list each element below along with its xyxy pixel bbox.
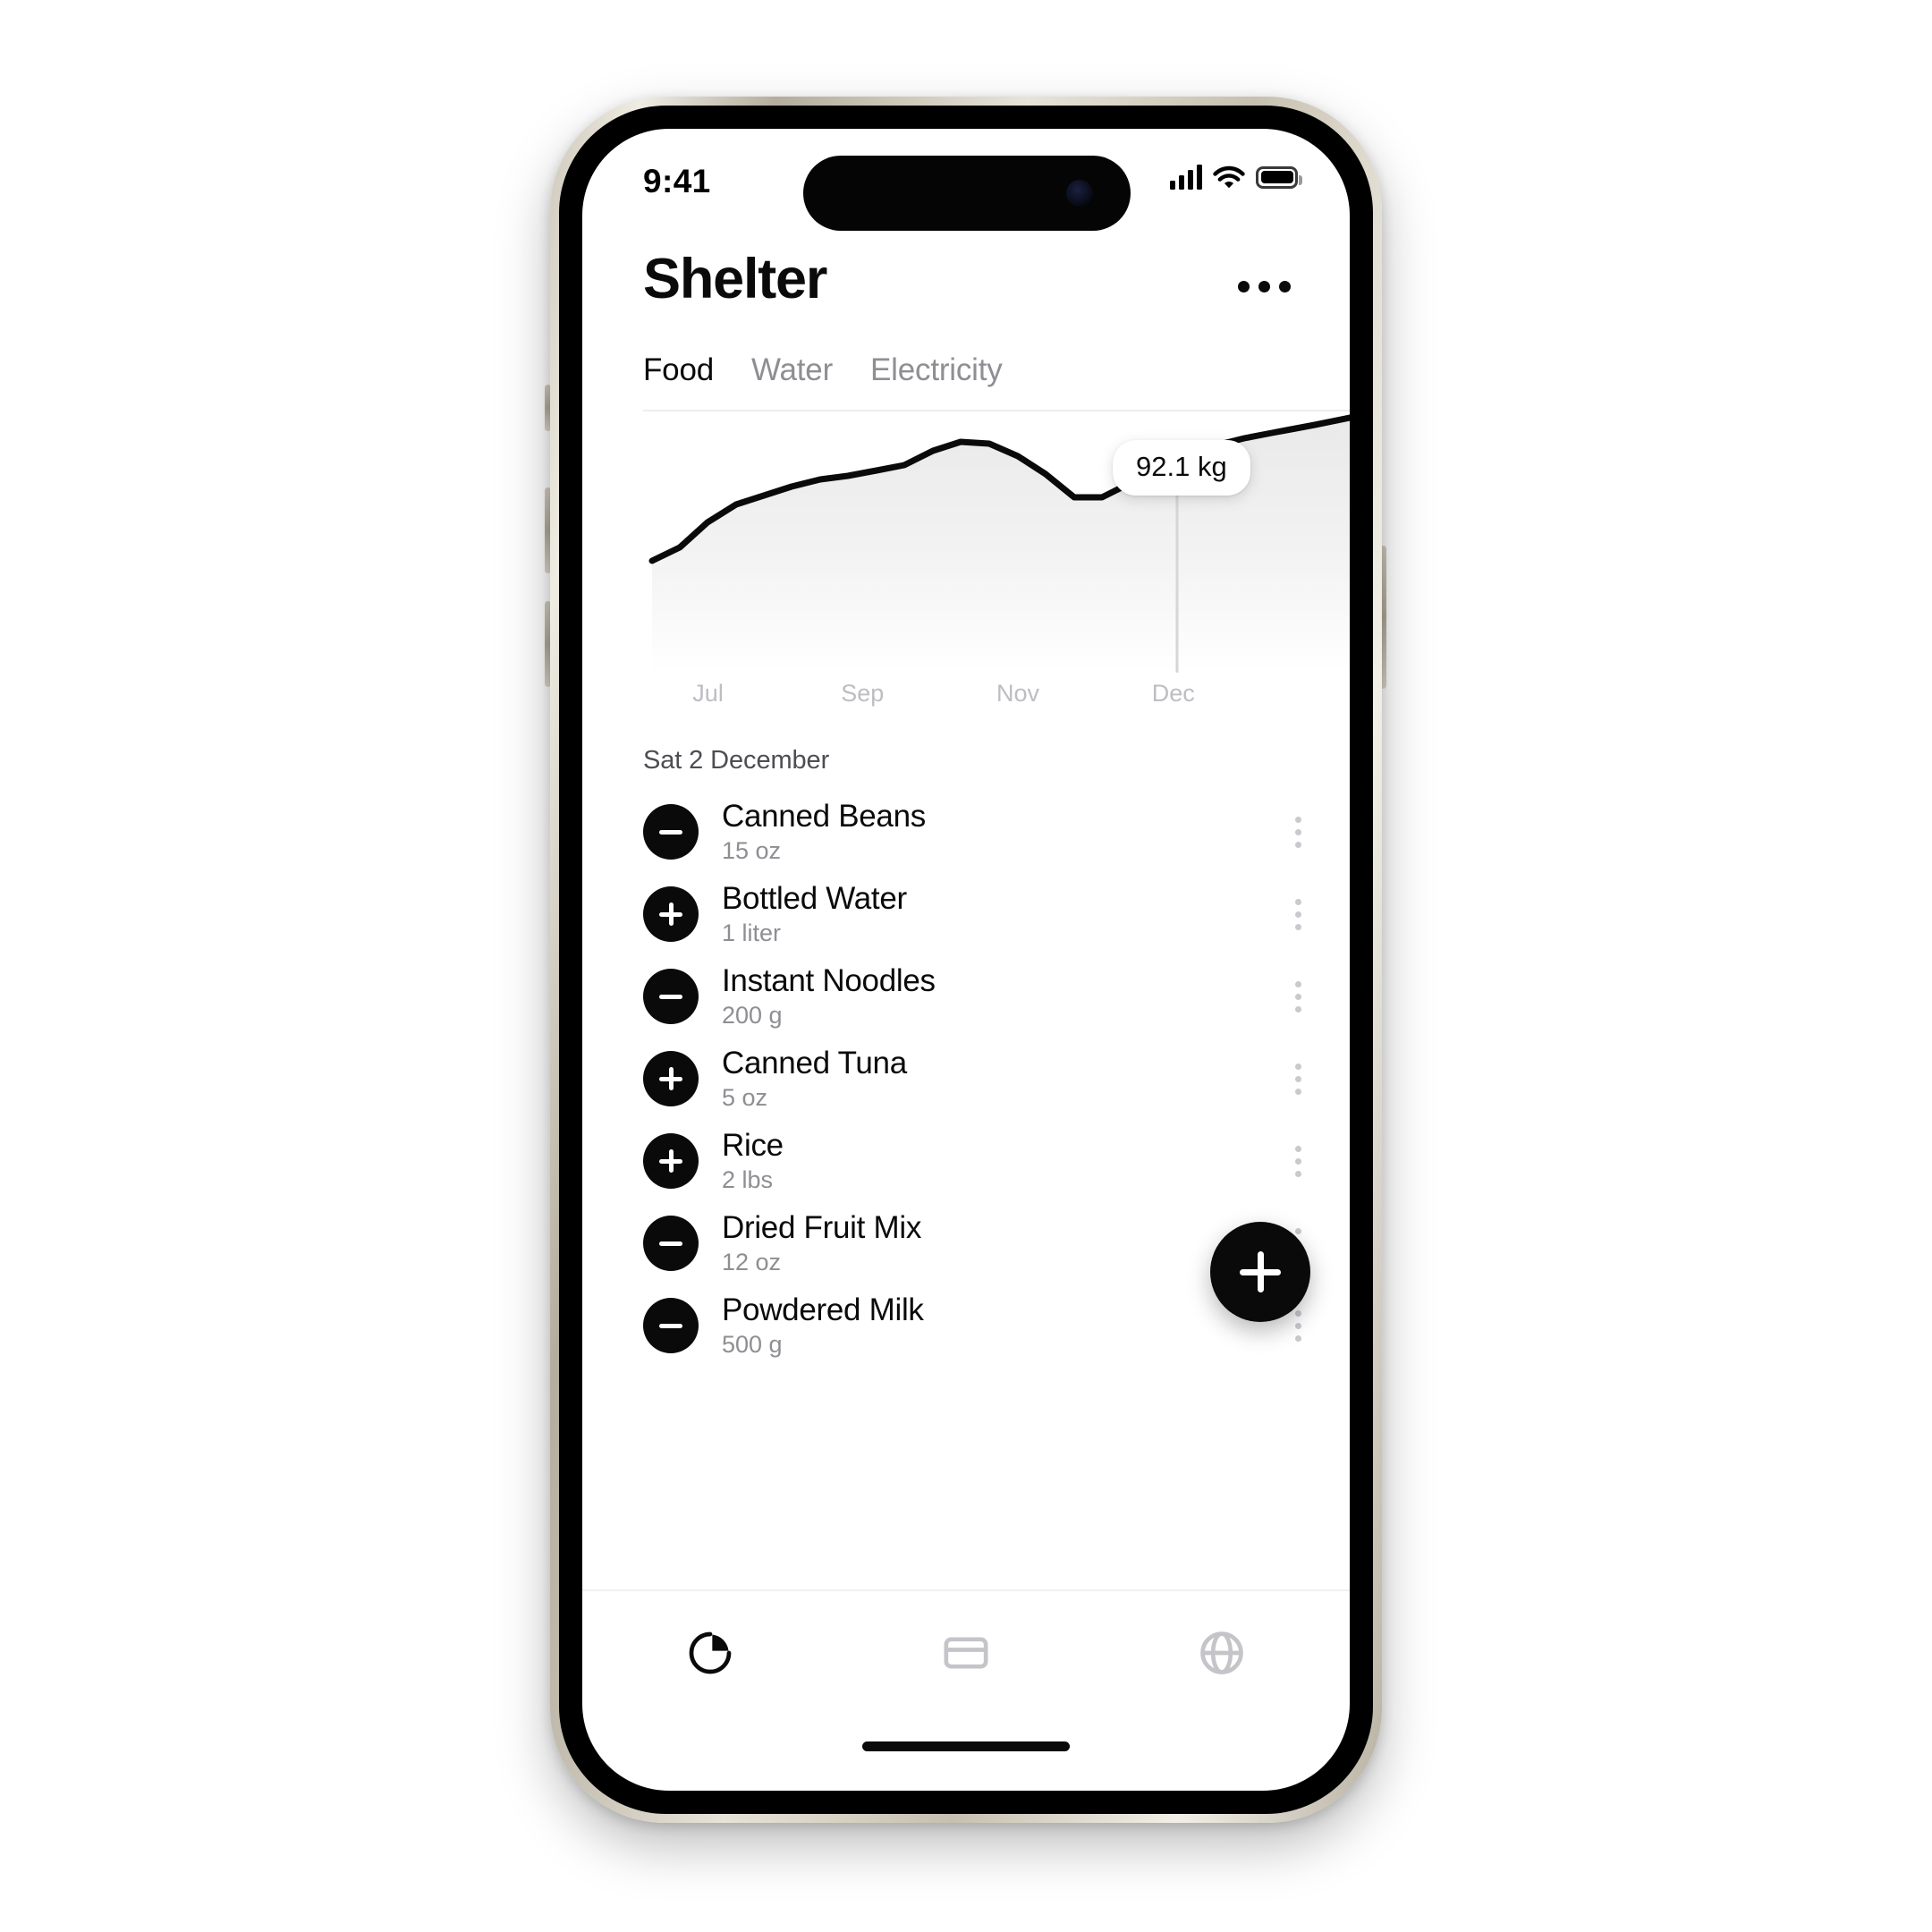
decrement-button[interactable] bbox=[643, 804, 699, 860]
front-camera-icon bbox=[1066, 180, 1093, 207]
screenshot-stage: 9:41 Shelter Food Water Electricity 92.1… bbox=[0, 0, 1932, 1932]
nav-item-cards[interactable] bbox=[838, 1591, 1094, 1715]
more-options-button[interactable] bbox=[1229, 272, 1300, 301]
item-name: Dried Fruit Mix bbox=[722, 1210, 922, 1246]
decrement-button[interactable] bbox=[643, 1298, 699, 1353]
item-name: Powdered Milk bbox=[722, 1292, 924, 1328]
item-quantity: 12 oz bbox=[722, 1249, 782, 1276]
list-item[interactable]: Bottled Water 1 liter bbox=[582, 873, 1350, 955]
x-tick-sep: Sep bbox=[841, 680, 885, 707]
item-name: Rice bbox=[722, 1128, 784, 1164]
kebab-menu-icon[interactable] bbox=[1283, 1135, 1314, 1188]
increment-button[interactable] bbox=[643, 1133, 699, 1189]
item-quantity: 15 oz bbox=[722, 837, 782, 865]
x-tick-nov: Nov bbox=[996, 680, 1040, 707]
kebab-menu-icon[interactable] bbox=[1283, 1053, 1314, 1106]
category-tabs: Food Water Electricity bbox=[643, 352, 1003, 388]
item-name: Canned Tuna bbox=[722, 1046, 907, 1081]
plus-icon bbox=[1257, 1251, 1264, 1292]
more-horizontal-icon-dot bbox=[1279, 281, 1291, 292]
status-time: 9:41 bbox=[643, 163, 711, 199]
nav-item-globe[interactable] bbox=[1094, 1591, 1350, 1715]
home-indicator bbox=[862, 1741, 1070, 1751]
tab-water[interactable]: Water bbox=[751, 352, 833, 388]
battery-full-icon bbox=[1256, 165, 1302, 189]
nav-item-overview[interactable] bbox=[582, 1591, 838, 1715]
item-name: Bottled Water bbox=[722, 881, 907, 917]
bottom-nav bbox=[582, 1591, 1350, 1715]
item-quantity: 2 lbs bbox=[722, 1166, 774, 1194]
phone-screen: 9:41 Shelter Food Water Electricity 92.1… bbox=[582, 129, 1350, 1791]
tab-electricity[interactable]: Electricity bbox=[870, 352, 1003, 388]
decrement-button[interactable] bbox=[643, 1216, 699, 1271]
increment-button[interactable] bbox=[643, 1051, 699, 1106]
inventory-area-chart[interactable]: 92.1 kg bbox=[643, 413, 1350, 673]
item-quantity: 200 g bbox=[722, 1002, 783, 1030]
x-tick-dec: Dec bbox=[1151, 680, 1195, 707]
decrement-button[interactable] bbox=[643, 969, 699, 1024]
pie-chart-icon bbox=[689, 1631, 732, 1674]
status-bar: 9:41 bbox=[582, 129, 1350, 234]
x-tick-jul: Jul bbox=[692, 680, 724, 707]
item-quantity: 500 g bbox=[722, 1331, 783, 1359]
item-quantity: 1 liter bbox=[722, 919, 782, 947]
phone-bezel: 9:41 Shelter Food Water Electricity 92.1… bbox=[559, 106, 1373, 1814]
list-item[interactable]: Canned Tuna 5 oz bbox=[582, 1038, 1350, 1120]
list-item[interactable]: Rice 2 lbs bbox=[582, 1120, 1350, 1202]
page-title: Shelter bbox=[643, 248, 827, 310]
app-header: Shelter bbox=[582, 234, 1350, 335]
status-icons bbox=[1170, 165, 1302, 190]
item-quantity: 5 oz bbox=[722, 1084, 768, 1112]
phone-frame: 9:41 Shelter Food Water Electricity 92.1… bbox=[550, 97, 1382, 1823]
more-horizontal-icon-dot bbox=[1238, 281, 1250, 292]
chart-value-tooltip: 92.1 kg bbox=[1113, 440, 1250, 496]
globe-icon bbox=[1200, 1631, 1243, 1674]
tabs-divider bbox=[643, 410, 1350, 411]
list-item[interactable]: Instant Noodles 200 g bbox=[582, 955, 1350, 1038]
item-name: Instant Noodles bbox=[722, 963, 936, 999]
chart-x-axis: Jul Sep Nov Dec bbox=[643, 680, 1350, 716]
kebab-menu-icon[interactable] bbox=[1283, 888, 1314, 941]
card-icon bbox=[944, 1637, 988, 1669]
kebab-menu-icon[interactable] bbox=[1283, 970, 1314, 1023]
wifi-icon bbox=[1213, 165, 1245, 188]
dynamic-island bbox=[803, 156, 1131, 231]
more-horizontal-icon-dot bbox=[1258, 281, 1270, 292]
add-item-fab[interactable] bbox=[1210, 1222, 1310, 1322]
increment-button[interactable] bbox=[643, 886, 699, 942]
list-item[interactable]: Canned Beans 15 oz bbox=[582, 791, 1350, 873]
section-date-header: Sat 2 December bbox=[643, 746, 830, 775]
cellular-bars-icon bbox=[1170, 165, 1202, 190]
kebab-menu-icon[interactable] bbox=[1283, 806, 1314, 859]
tab-food[interactable]: Food bbox=[643, 352, 714, 388]
item-name: Canned Beans bbox=[722, 799, 926, 835]
